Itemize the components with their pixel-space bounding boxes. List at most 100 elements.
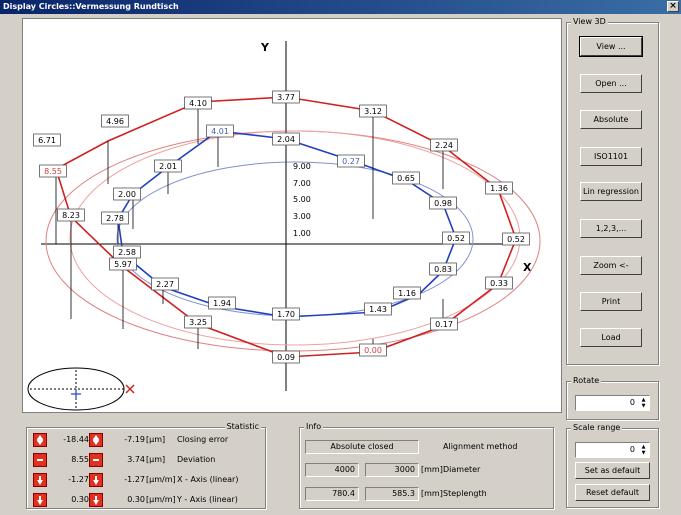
view3d-button[interactable]: View ... bbox=[579, 36, 643, 57]
rotate-value: 0 bbox=[629, 398, 635, 407]
scale-tick-label: 1.00 bbox=[293, 229, 311, 238]
view3d-button[interactable]: Print bbox=[580, 292, 642, 311]
deviation-icon bbox=[89, 453, 103, 467]
scale-tick-label: 7.00 bbox=[293, 179, 311, 188]
diameter-b-field: 3000 bbox=[365, 463, 419, 477]
diameter-unit: [mm] bbox=[421, 465, 443, 474]
statistic-value: -7.19 bbox=[124, 435, 145, 444]
blue-point-label: 0.83 bbox=[434, 265, 452, 274]
spinner-arrows-icon[interactable]: ▲ ▼ bbox=[639, 444, 648, 456]
blue-point-label: 0.65 bbox=[397, 174, 415, 183]
view3d-button[interactable]: Zoom <- bbox=[580, 256, 642, 275]
view3d-button[interactable]: Open ... bbox=[580, 74, 642, 93]
steplength-unit: [mm] bbox=[421, 489, 443, 498]
statistic-unit: [µm/m] bbox=[146, 495, 176, 504]
view3d-button[interactable]: 1,2,3,... bbox=[580, 219, 642, 238]
scale-range-spinner[interactable]: 0 ▲ ▼ bbox=[575, 442, 650, 458]
red-point-label: 4.10 bbox=[189, 99, 207, 108]
blue-point-label: 2.58 bbox=[118, 248, 136, 257]
scale-range-title: Scale range bbox=[571, 423, 623, 432]
blue-point-label: 1.16 bbox=[398, 289, 416, 298]
axis-trend-icon bbox=[89, 473, 103, 487]
steplength-label: Steplength bbox=[443, 489, 487, 498]
blue-point-label: 2.04 bbox=[277, 135, 295, 144]
title-bar: Display Circles::Vermessung Rundtisch × bbox=[0, 0, 681, 14]
blue-point-label: 2.00 bbox=[118, 190, 136, 199]
scale-tick-label: 9.00 bbox=[293, 162, 311, 171]
scale-range-value: 0 bbox=[629, 445, 635, 454]
statistic-value: -1.27 bbox=[68, 475, 89, 484]
close-button[interactable]: × bbox=[667, 1, 679, 12]
red-point-label: 3.25 bbox=[189, 318, 207, 327]
statistic-label: Deviation bbox=[177, 455, 216, 464]
window-title: Display Circles::Vermessung Rundtisch bbox=[3, 2, 179, 11]
red-point-label: 8.55 bbox=[44, 167, 62, 176]
steplength-a-field: 780.4 bbox=[305, 487, 359, 501]
set-as-default-button[interactable]: Set as default bbox=[575, 462, 650, 479]
axis-trend-icon bbox=[33, 473, 47, 487]
view3d-button[interactable]: Load bbox=[580, 328, 642, 347]
closing-error-icon bbox=[89, 433, 103, 447]
statistic-label: X - Axis (linear) bbox=[177, 475, 239, 484]
x-axis-label: X bbox=[523, 261, 532, 274]
statistic-value: -18.44 bbox=[63, 435, 89, 444]
statistic-value: 0.30 bbox=[71, 495, 89, 504]
statistic-value: 8.55 bbox=[71, 455, 89, 464]
blue-point-label: 1.70 bbox=[277, 310, 295, 319]
red-point-label: 5.97 bbox=[114, 260, 132, 269]
reset-default-button[interactable]: Reset default bbox=[575, 484, 650, 501]
y-axis-label: Y bbox=[260, 41, 270, 54]
red-point-label: 4.96 bbox=[106, 117, 124, 126]
blue-point-label: 0.52 bbox=[447, 234, 465, 243]
blue-point-label: 1.43 bbox=[369, 305, 387, 314]
red-point-label: 2.24 bbox=[435, 141, 453, 150]
scale-tick-label: 3.00 bbox=[293, 212, 311, 221]
red-point-label: 8.23 bbox=[62, 211, 80, 220]
red-point-label: 0.52 bbox=[507, 235, 525, 244]
statistic-value: 3.74 bbox=[127, 455, 145, 464]
steplength-b-field: 585.3 bbox=[365, 487, 419, 501]
statistic-unit: [µm] bbox=[146, 455, 166, 464]
blue-point-label: 0.27 bbox=[342, 157, 360, 166]
scale-ticks: 9.00 7.00 5.00 3.00 1.00 bbox=[293, 162, 311, 238]
statistic-label: Y - Axis (linear) bbox=[177, 495, 238, 504]
view3d-button[interactable]: ISO1101 bbox=[580, 147, 642, 166]
blue-point-label: 2.01 bbox=[159, 162, 177, 171]
red-point-label: 6.71 bbox=[38, 136, 56, 145]
closing-error-icon bbox=[33, 433, 47, 447]
red-point-label: 0.00 bbox=[364, 346, 382, 355]
blue-point-label: 2.27 bbox=[156, 280, 174, 289]
orientation-preview bbox=[27, 367, 135, 411]
statistic-label: Closing error bbox=[177, 435, 229, 444]
red-point-label: 3.12 bbox=[364, 107, 382, 116]
statistic-unit: [µm] bbox=[146, 435, 166, 444]
plot-area: Y X 9.00 7.00 5.00 3.00 1.00 3.77 3.12 2… bbox=[22, 18, 562, 413]
red-point-label: 0.33 bbox=[490, 279, 508, 288]
statistic-value: -1.27 bbox=[124, 475, 145, 484]
red-point-label: 0.17 bbox=[435, 320, 453, 329]
red-labels-group: 3.77 3.12 2.24 1.36 0.52 0.33 0.17 0.00 0.09 3.25… bbox=[33, 90, 530, 364]
blue-point-label: 1.94 bbox=[213, 299, 231, 308]
statistic-title: Statistic bbox=[224, 422, 261, 431]
scale-tick-label: 5.00 bbox=[293, 195, 311, 204]
spinner-arrows-icon[interactable]: ▲ ▼ bbox=[639, 397, 648, 409]
info-status-field: Absolute closed bbox=[305, 440, 419, 454]
view3d-button[interactable]: Lin regression bbox=[580, 182, 642, 201]
axis-trend-icon bbox=[89, 493, 103, 507]
red-point-label: 3.77 bbox=[277, 93, 295, 102]
view3d-button[interactable]: Absolute bbox=[580, 110, 642, 129]
axis-trend-icon bbox=[33, 493, 47, 507]
circle-plot: Y X 9.00 7.00 5.00 3.00 1.00 3.773.122.241.3… bbox=[33, 41, 541, 391]
diameter-a-field: 4000 bbox=[305, 463, 359, 477]
blue-point-label: 0.98 bbox=[434, 199, 452, 208]
deviation-icon bbox=[33, 453, 47, 467]
statistic-value: 0.30 bbox=[127, 495, 145, 504]
alignment-method-label: Alignment method bbox=[443, 442, 518, 451]
rotate-title: Rotate bbox=[571, 376, 602, 385]
diameter-label: Diameter bbox=[443, 465, 481, 474]
blue-point-label: 2.78 bbox=[106, 214, 124, 223]
red-point-label: 0.09 bbox=[277, 353, 295, 362]
statistic-unit: [µm/m] bbox=[146, 475, 176, 484]
view3d-title: View 3D bbox=[571, 17, 608, 26]
rotate-spinner[interactable]: 0 ▲ ▼ bbox=[575, 395, 650, 411]
